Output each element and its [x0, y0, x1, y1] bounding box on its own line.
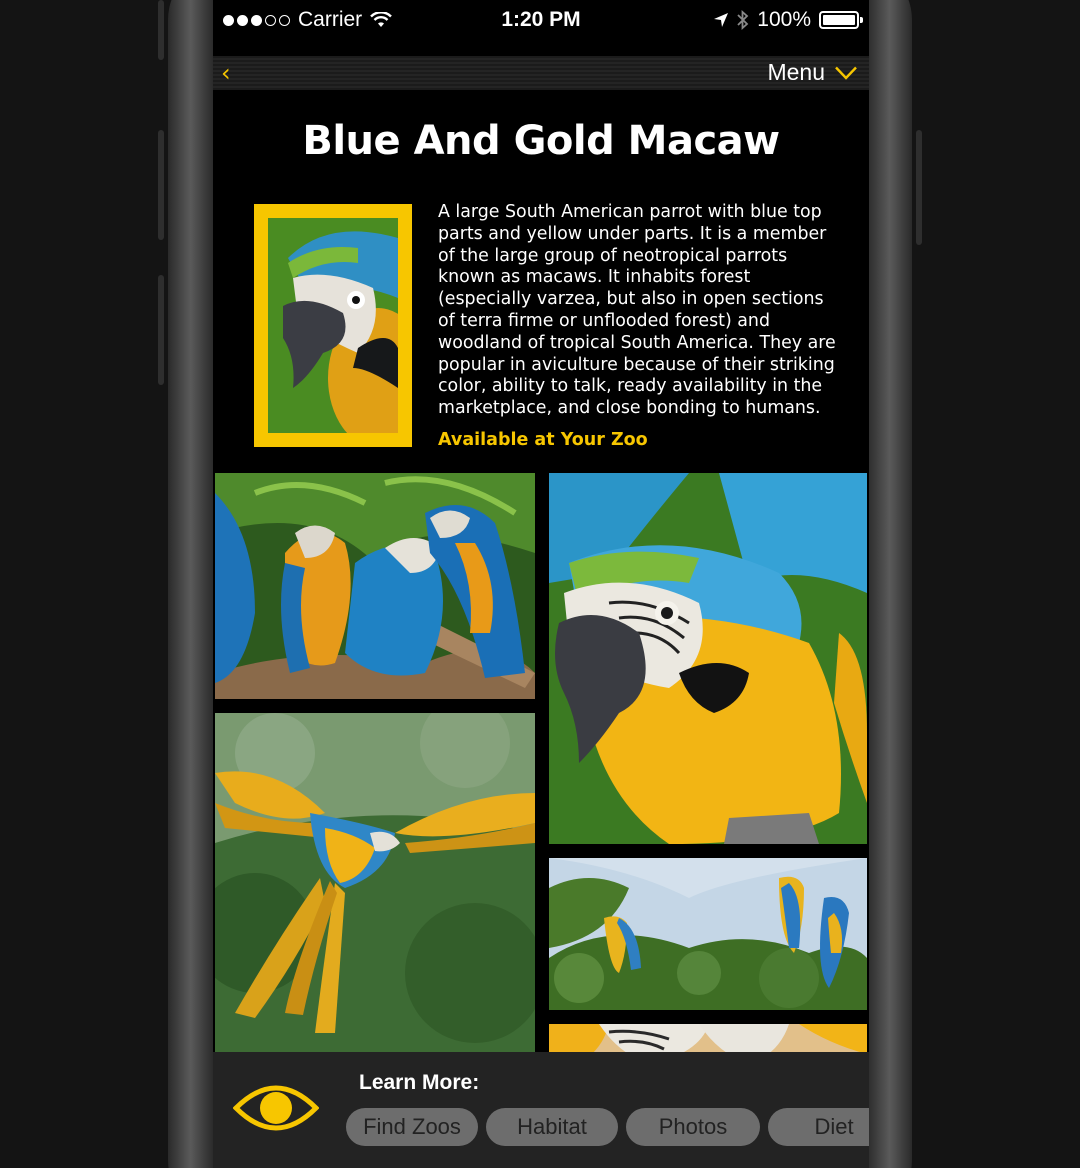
diet-button[interactable]: Diet	[768, 1108, 869, 1146]
chevron-down-icon	[835, 66, 857, 80]
animal-portrait[interactable]	[254, 204, 412, 447]
learn-more-title: Learn More:	[359, 1071, 480, 1094]
find-zoos-button[interactable]: Find Zoos	[346, 1108, 478, 1146]
phone-side-button	[158, 130, 164, 240]
battery-percent: 100%	[757, 8, 811, 31]
app-screen: Carrier 1:20 PM 100% ‹ Menu Blue And Gol…	[213, 0, 869, 1168]
phone-side-button	[916, 130, 922, 245]
photo-macaw-closeup[interactable]	[549, 473, 867, 844]
status-right: 100%	[713, 8, 863, 32]
photo-macaw-flying[interactable]	[215, 713, 535, 1063]
bluetooth-icon	[737, 10, 749, 30]
chevron-left-icon[interactable]: ‹	[221, 59, 231, 87]
menu-button[interactable]: Menu	[767, 59, 857, 86]
status-bar: Carrier 1:20 PM 100%	[213, 0, 869, 40]
habitat-button[interactable]: Habitat	[486, 1108, 618, 1146]
photo-macaws-treetop[interactable]	[549, 858, 867, 1010]
eye-icon[interactable]	[233, 1080, 319, 1136]
menu-label: Menu	[767, 59, 825, 85]
battery-icon	[819, 11, 863, 29]
nav-bar: ‹ Menu	[213, 56, 869, 90]
macaw-portrait-image	[268, 218, 398, 433]
learn-more-bar: Learn More: Find Zoos Habitat Photos Die…	[213, 1052, 869, 1168]
photo-macaws-group[interactable]	[215, 473, 535, 699]
photos-button[interactable]: Photos	[626, 1108, 760, 1146]
location-arrow-icon	[714, 13, 729, 27]
animal-description: A large South American parrot with blue …	[438, 202, 836, 419]
learn-more-buttons: Find Zoos Habitat Photos Diet	[346, 1108, 869, 1146]
page-title: Blue And Gold Macaw	[302, 118, 780, 164]
available-at-zoo-link[interactable]: Available at Your Zoo	[438, 430, 648, 450]
phone-side-button	[158, 275, 164, 385]
phone-side-button	[158, 0, 164, 60]
